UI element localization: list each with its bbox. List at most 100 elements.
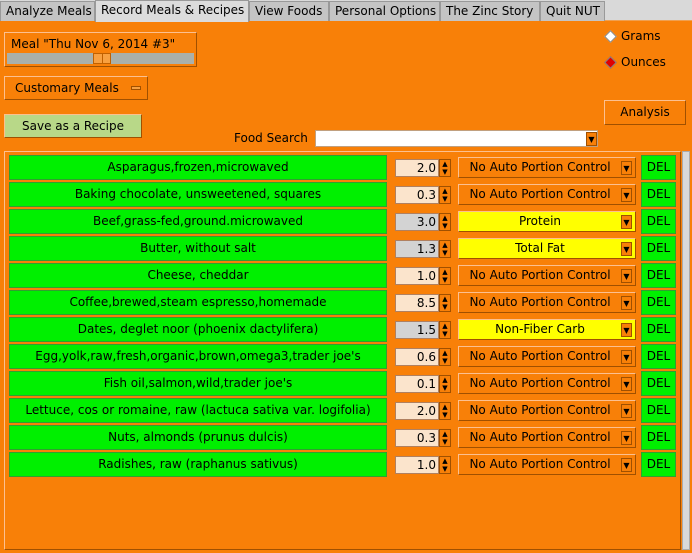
food-name-button[interactable]: Nuts, almonds (prunus dulcis) — [9, 425, 387, 450]
chevron-down-icon[interactable]: ▼ — [621, 242, 632, 256]
tab-record-meals[interactable]: Record Meals & Recipes — [95, 0, 249, 22]
portion-control-select[interactable]: No Auto Portion Control ▼ — [458, 400, 636, 421]
chevron-down-icon[interactable]: ▼ — [586, 132, 597, 146]
chevron-down-icon[interactable]: ▼ — [621, 431, 632, 445]
quantity-input[interactable]: 0.6 — [395, 348, 439, 366]
quantity-spinner-icon[interactable]: ▲ ▼ — [439, 456, 451, 474]
portion-control-value: No Auto Portion Control — [469, 457, 611, 471]
portion-control-select[interactable]: Protein ▼ — [458, 211, 636, 232]
quantity-input[interactable]: 1.0 — [395, 456, 439, 474]
quantity-spinner-icon[interactable]: ▲ ▼ — [439, 429, 451, 447]
quantity-spinner-icon[interactable]: ▲ ▼ — [439, 186, 451, 204]
quantity-input[interactable]: 1.5 — [395, 321, 439, 339]
chevron-down-icon[interactable]: ▼ — [621, 161, 632, 175]
quantity-input[interactable]: 2.0 — [395, 402, 439, 420]
quantity-input[interactable]: 1.3 — [395, 240, 439, 258]
portion-control-select[interactable]: No Auto Portion Control ▼ — [458, 346, 636, 367]
tab-bar: Analyze Meals Record Meals & Recipes Vie… — [0, 0, 692, 22]
chevron-down-icon[interactable]: ▼ — [621, 404, 632, 418]
portion-control-select[interactable]: No Auto Portion Control ▼ — [458, 157, 636, 178]
portion-control-value: Total Fat — [515, 241, 565, 255]
radio-off-icon — [604, 29, 617, 43]
food-name-button[interactable]: Lettuce, cos or romaine, raw (lactuca sa… — [9, 398, 387, 423]
food-search-label: Food Search — [234, 131, 308, 145]
food-name-button[interactable]: Cheese, cheddar — [9, 263, 387, 288]
delete-button[interactable]: DEL — [641, 236, 676, 261]
chevron-down-icon[interactable]: ▼ — [621, 458, 632, 472]
quantity-input[interactable]: 3.0 — [395, 213, 439, 231]
quantity-spinner-icon[interactable]: ▲ ▼ — [439, 159, 451, 177]
food-search-input[interactable] — [315, 130, 598, 147]
food-name-button[interactable]: Dates, deglet noor (phoenix dactylifera) — [9, 317, 387, 342]
delete-button[interactable]: DEL — [641, 398, 676, 423]
food-name-button[interactable]: Butter, without salt — [9, 236, 387, 261]
grams-radio[interactable]: Grams — [604, 29, 661, 43]
delete-button[interactable]: DEL — [641, 371, 676, 396]
tab-quit[interactable]: Quit NUT — [540, 1, 605, 21]
quantity-input[interactable]: 8.5 — [395, 294, 439, 312]
portion-control-select[interactable]: No Auto Portion Control ▼ — [458, 292, 636, 313]
ounces-radio[interactable]: Ounces — [604, 55, 666, 69]
food-name-button[interactable]: Asparagus,frozen,microwaved — [9, 155, 387, 180]
meal-slider[interactable] — [7, 53, 194, 64]
meal-label: Meal "Thu Nov 6, 2014 #3" — [11, 37, 176, 51]
food-name-button[interactable]: Fish oil,salmon,wild,trader joe's — [9, 371, 387, 396]
food-name-button[interactable]: Baking chocolate, unsweetened, squares — [9, 182, 387, 207]
quantity-input[interactable]: 0.3 — [395, 186, 439, 204]
portion-control-value: No Auto Portion Control — [469, 268, 611, 282]
quantity-input[interactable]: 1.0 — [395, 267, 439, 285]
quantity-spinner-icon[interactable]: ▲ ▼ — [439, 402, 451, 420]
quantity-spinner-icon[interactable]: ▲ ▼ — [439, 213, 451, 231]
delete-button[interactable]: DEL — [641, 263, 676, 288]
quantity-spinner-icon[interactable]: ▲ ▼ — [439, 240, 451, 258]
analysis-button[interactable]: Analysis — [604, 100, 686, 125]
food-name-button[interactable]: Beef,grass-fed,ground.microwaved — [9, 209, 387, 234]
quantity-input[interactable]: 2.0 — [395, 159, 439, 177]
tab-zinc-story[interactable]: The Zinc Story — [440, 1, 540, 21]
portion-control-select[interactable]: No Auto Portion Control ▼ — [458, 265, 636, 286]
quantity-spinner-icon[interactable]: ▲ ▼ — [439, 375, 451, 393]
chevron-down-icon[interactable]: ▼ — [621, 323, 632, 337]
scrollbar[interactable] — [682, 151, 690, 550]
tab-personal-options[interactable]: Personal Options — [329, 1, 440, 21]
delete-button[interactable]: DEL — [641, 290, 676, 315]
quantity-spinner-icon[interactable]: ▲ ▼ — [439, 321, 451, 339]
save-recipe-button[interactable]: Save as a Recipe — [4, 114, 142, 138]
portion-control-value: No Auto Portion Control — [469, 160, 611, 174]
delete-button[interactable]: DEL — [641, 209, 676, 234]
slider-thumb[interactable] — [93, 53, 111, 64]
portion-control-select[interactable]: Total Fat ▼ — [458, 238, 636, 259]
delete-button[interactable]: DEL — [641, 452, 676, 477]
delete-button[interactable]: DEL — [641, 182, 676, 207]
chevron-down-icon[interactable]: ▼ — [621, 377, 632, 391]
menu-indicator-icon — [131, 86, 141, 90]
tab-analyze-meals[interactable]: Analyze Meals — [0, 1, 95, 21]
portion-control-select[interactable]: No Auto Portion Control ▼ — [458, 454, 636, 475]
quantity-spinner-icon[interactable]: ▲ ▼ — [439, 267, 451, 285]
quantity-input[interactable]: 0.1 — [395, 375, 439, 393]
portion-control-select[interactable]: No Auto Portion Control ▼ — [458, 184, 636, 205]
delete-button[interactable]: DEL — [641, 344, 676, 369]
chevron-down-icon[interactable]: ▼ — [621, 188, 632, 202]
chevron-down-icon[interactable]: ▼ — [621, 269, 632, 283]
customary-meals-menu[interactable]: Customary Meals — [4, 76, 148, 100]
food-name-button[interactable]: Coffee,brewed,steam espresso,homemade — [9, 290, 387, 315]
food-name-button[interactable]: Egg,yolk,raw,fresh,organic,brown,omega3,… — [9, 344, 387, 369]
portion-control-value: No Auto Portion Control — [469, 295, 611, 309]
ounces-label: Ounces — [621, 55, 666, 69]
portion-control-select[interactable]: No Auto Portion Control ▼ — [458, 427, 636, 448]
food-name-button[interactable]: Radishes, raw (raphanus sativus) — [9, 452, 387, 477]
chevron-down-icon[interactable]: ▼ — [621, 350, 632, 364]
chevron-down-icon[interactable]: ▼ — [621, 215, 632, 229]
portion-control-value: No Auto Portion Control — [469, 430, 611, 444]
tab-view-foods[interactable]: View Foods — [249, 1, 329, 21]
portion-control-select[interactable]: Non-Fiber Carb ▼ — [458, 319, 636, 340]
quantity-input[interactable]: 0.3 — [395, 429, 439, 447]
delete-button[interactable]: DEL — [641, 317, 676, 342]
delete-button[interactable]: DEL — [641, 425, 676, 450]
chevron-down-icon[interactable]: ▼ — [621, 296, 632, 310]
quantity-spinner-icon[interactable]: ▲ ▼ — [439, 294, 451, 312]
delete-button[interactable]: DEL — [641, 155, 676, 180]
portion-control-select[interactable]: No Auto Portion Control ▼ — [458, 373, 636, 394]
quantity-spinner-icon[interactable]: ▲ ▼ — [439, 348, 451, 366]
